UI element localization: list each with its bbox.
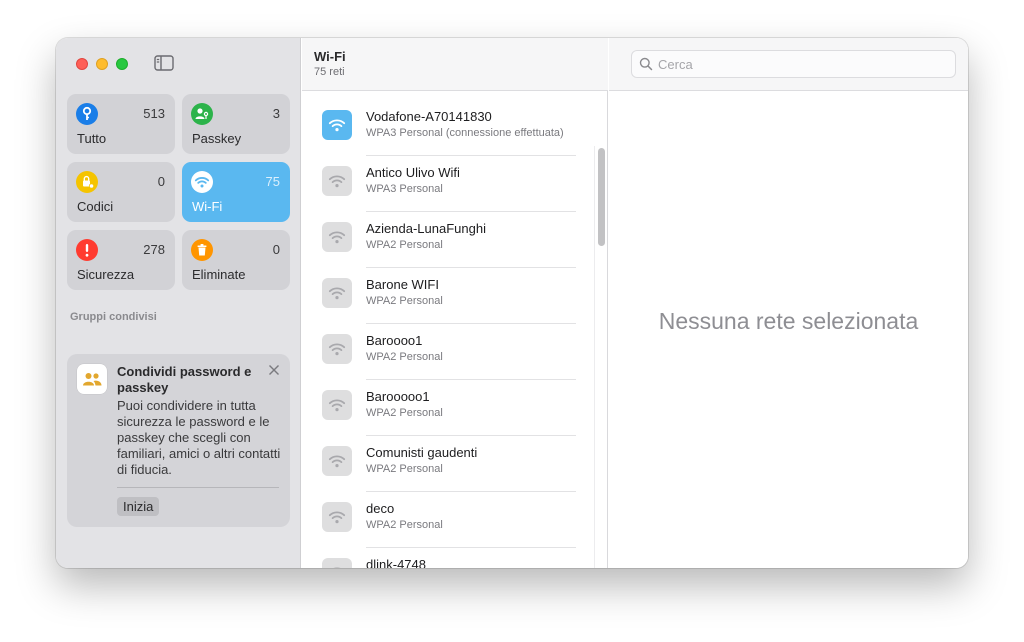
network-name: dlink-4748 (366, 557, 426, 568)
wifi-icon (322, 558, 352, 568)
search-icon (639, 57, 653, 71)
key-icon (76, 103, 98, 125)
network-security: WPA2 Personal (366, 351, 443, 363)
network-row[interactable]: Barooooo1 WPA2 Personal (302, 380, 592, 436)
sidebar: 513 Tutto 3 Passkey 0 Codici 75 Wi-Fi 27… (56, 38, 301, 568)
network-row[interactable]: Vodafone-A70141830 WPA3 Personal (conness… (302, 100, 592, 156)
category-label: Wi-Fi (192, 199, 223, 214)
empty-state-message: Nessuna rete selezionata (658, 308, 919, 334)
category-count: 0 (157, 174, 165, 189)
category-count: 75 (265, 174, 280, 189)
network-list: dlink-4748 deco WPA2 Personal Comunisti gau… (302, 92, 608, 568)
search-field[interactable] (631, 50, 956, 78)
close-window-button[interactable] (76, 58, 88, 70)
row-divider (366, 323, 576, 324)
row-divider (366, 491, 576, 492)
category-count: 3 (272, 106, 280, 121)
wifi-icon (322, 446, 352, 476)
network-row[interactable]: Azienda-LunaFunghi WPA2 Personal (302, 212, 592, 268)
category-tile-codici[interactable]: 0 Codici (67, 162, 175, 222)
category-tile-eliminate[interactable]: 0 Eliminate (182, 230, 290, 290)
category-tiles: 513 Tutto 3 Passkey 0 Codici 75 Wi-Fi 27… (67, 94, 290, 290)
row-divider (366, 211, 576, 212)
network-name: Antico Ulivo Wifi (366, 165, 460, 180)
lock-code-icon (76, 171, 98, 193)
category-label: Eliminate (192, 267, 246, 282)
category-count: 0 (272, 242, 280, 257)
network-security: WPA3 Personal (366, 183, 443, 195)
share-card-description: Puoi condividere in tutta sicurezza le p… (117, 398, 281, 477)
network-row[interactable]: Comunisti gaudenti WPA2 Personal (302, 436, 592, 492)
category-label: Codici (77, 199, 114, 214)
detail-header (609, 38, 968, 91)
row-divider (366, 155, 576, 156)
share-card-divider (117, 487, 279, 488)
category-label: Passkey (192, 131, 242, 146)
category-tile-passkey[interactable]: 3 Passkey (182, 94, 290, 154)
network-name: Comunisti gaudenti (366, 445, 478, 460)
people-icon (77, 364, 107, 394)
network-list-pane: Wi-Fi 75 reti dlink-4748 deco WPA2 Persona… (302, 38, 608, 568)
share-card-title: Condividi password e passkey (117, 364, 252, 395)
start-sharing-button[interactable]: Inizia (117, 497, 160, 516)
network-row[interactable]: Baroooo1 WPA2 Personal (302, 324, 592, 380)
network-name: Barooooo1 (366, 389, 430, 404)
category-tile-tutto[interactable]: 513 Tutto (67, 94, 175, 154)
row-divider (366, 379, 576, 380)
category-label: Sicurezza (77, 267, 135, 282)
wifi-icon (322, 222, 352, 252)
network-name: Vodafone-A70141830 (366, 109, 492, 124)
network-security: WPA2 Personal (366, 239, 443, 251)
wifi-icon (322, 390, 352, 420)
passwords-window: 513 Tutto 3 Passkey 0 Codici 75 Wi-Fi 27… (56, 38, 968, 568)
wifi-icon (322, 166, 352, 196)
search-input[interactable] (658, 55, 948, 73)
category-tile-sicurezza[interactable]: 278 Sicurezza (67, 230, 175, 290)
minimize-window-button[interactable] (96, 58, 108, 70)
list-header: Wi-Fi 75 reti (302, 38, 608, 91)
share-passwords-card: Condividi password e passkey Puoi condiv… (67, 354, 290, 527)
wifi-icon (191, 171, 213, 193)
trash-icon (191, 239, 213, 261)
wifi-icon (322, 110, 352, 140)
category-tile-wifi[interactable]: 75 Wi-Fi (182, 162, 290, 222)
network-name: deco (366, 501, 395, 516)
network-name: Azienda-LunaFunghi (366, 221, 486, 236)
category-label: Tutto (77, 131, 107, 146)
network-row[interactable]: deco WPA2 Personal (302, 492, 592, 548)
shared-groups-header: Gruppi condivisi (70, 311, 157, 323)
network-name: Barone WIFI (366, 277, 439, 292)
network-row[interactable]: Barone WIFI WPA2 Personal (302, 268, 592, 324)
list-title: Wi-Fi (314, 49, 346, 64)
detail-pane: Nessuna rete selezionata (609, 38, 968, 568)
row-divider (366, 435, 576, 436)
list-count: 75 reti (314, 66, 345, 78)
row-divider (366, 547, 576, 548)
network-row[interactable]: Antico Ulivo Wifi WPA3 Personal (302, 156, 592, 212)
category-count: 513 (143, 106, 165, 121)
sidebar-toggle-icon[interactable] (154, 55, 174, 71)
person-key-icon (191, 103, 213, 125)
category-count: 278 (143, 242, 165, 257)
row-divider (366, 267, 576, 268)
network-security: WPA2 Personal (366, 295, 443, 307)
network-security: WPA2 Personal (366, 407, 443, 419)
wifi-icon (322, 278, 352, 308)
zoom-window-button[interactable] (116, 58, 128, 70)
network-row[interactable]: dlink-4748 (302, 548, 592, 568)
network-security: WPA3 Personal (connessione effettuata) (366, 127, 564, 139)
wifi-icon (322, 502, 352, 532)
scrollbar-thumb[interactable] (598, 148, 605, 246)
network-name: Baroooo1 (366, 333, 423, 348)
close-icon[interactable] (268, 364, 280, 376)
exclamation-icon (76, 239, 98, 261)
window-controls (76, 58, 128, 70)
wifi-icon (322, 334, 352, 364)
network-security: WPA2 Personal (366, 463, 443, 475)
network-security: WPA2 Personal (366, 519, 443, 531)
